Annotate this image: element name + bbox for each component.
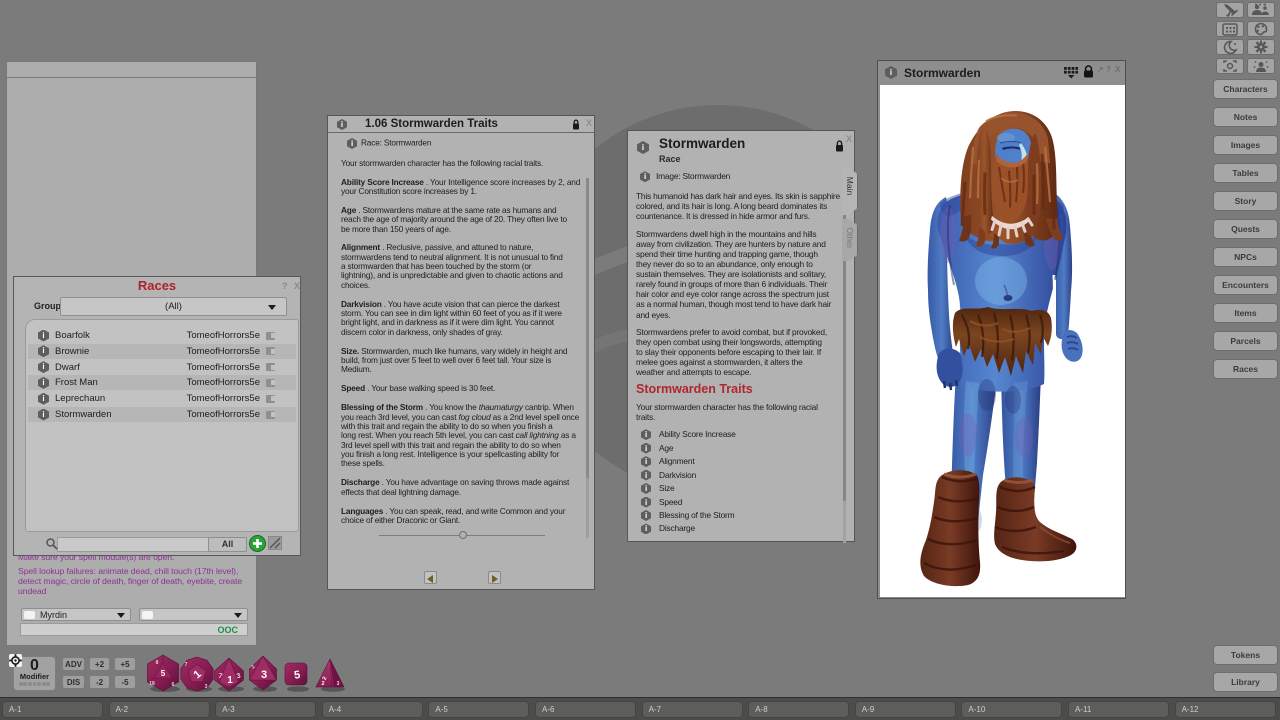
svg-text:8: 8 [156, 660, 159, 666]
svg-text:2: 2 [321, 681, 324, 687]
svg-text:3: 3 [205, 684, 208, 690]
svg-text:6: 6 [172, 682, 175, 688]
svg-text:7: 7 [185, 662, 188, 668]
svg-text:3: 3 [337, 681, 340, 687]
svg-text:1: 1 [227, 675, 233, 686]
svg-text:3: 3 [261, 669, 267, 681]
svg-text:5: 5 [161, 669, 166, 678]
svg-text:18: 18 [149, 681, 155, 687]
